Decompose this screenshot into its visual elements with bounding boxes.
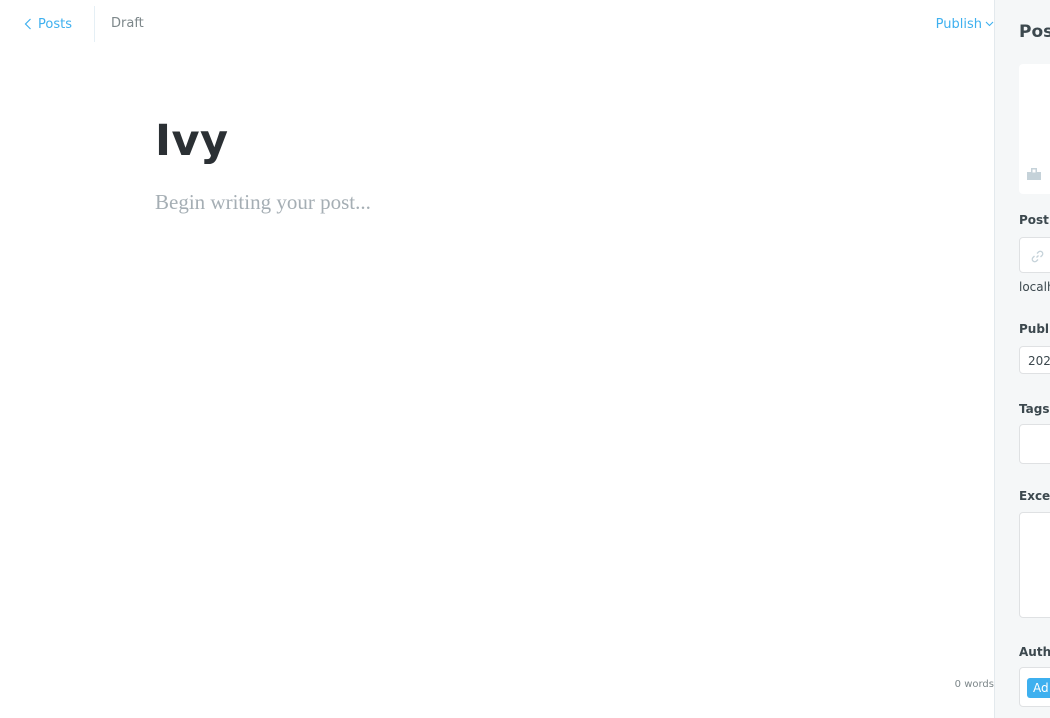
post-url-preview: localh bbox=[1019, 280, 1050, 294]
tags-label: Tags bbox=[1019, 402, 1050, 416]
author-token[interactable]: Ad bbox=[1027, 678, 1050, 698]
image-icon bbox=[1027, 168, 1041, 180]
sidebar-title: Pos bbox=[1019, 22, 1050, 42]
back-to-posts-link[interactable]: Posts bbox=[24, 14, 72, 34]
post-body-editor[interactable]: Begin writing your post... bbox=[155, 190, 371, 215]
link-icon bbox=[1031, 250, 1044, 263]
chevron-down-icon bbox=[985, 21, 994, 27]
post-editor-app: Posts Draft Publish Ivy Begin writing yo… bbox=[0, 0, 1050, 718]
publish-date-input[interactable]: 202 bbox=[1019, 346, 1050, 374]
post-title-input[interactable]: Ivy bbox=[155, 116, 229, 166]
post-url-label: Post bbox=[1019, 213, 1049, 227]
post-url-input[interactable] bbox=[1019, 237, 1050, 273]
tags-input[interactable] bbox=[1019, 424, 1050, 464]
topbar-divider bbox=[94, 6, 95, 42]
word-count: 0 words bbox=[954, 679, 994, 690]
authors-label: Auth bbox=[1019, 645, 1050, 659]
chevron-left-icon bbox=[24, 18, 31, 30]
excerpt-label: Excer bbox=[1019, 489, 1050, 503]
feature-image-upload[interactable] bbox=[1019, 64, 1050, 194]
publish-date-value: 202 bbox=[1028, 354, 1050, 368]
authors-input[interactable]: Ad bbox=[1019, 667, 1050, 707]
post-settings-sidebar: Pos Post localh Publi 202 Tags Excer Aut… bbox=[994, 0, 1050, 718]
publish-label: Publish bbox=[935, 16, 982, 32]
post-status: Draft bbox=[111, 16, 144, 31]
publish-menu-button[interactable]: Publish bbox=[936, 14, 994, 34]
excerpt-textarea[interactable] bbox=[1019, 512, 1050, 618]
editor-pane: Posts Draft Publish Ivy Begin writing yo… bbox=[0, 0, 994, 718]
back-link-label: Posts bbox=[38, 16, 72, 32]
publish-date-label: Publi bbox=[1019, 322, 1050, 336]
editor-topbar: Posts Draft Publish bbox=[0, 0, 994, 48]
